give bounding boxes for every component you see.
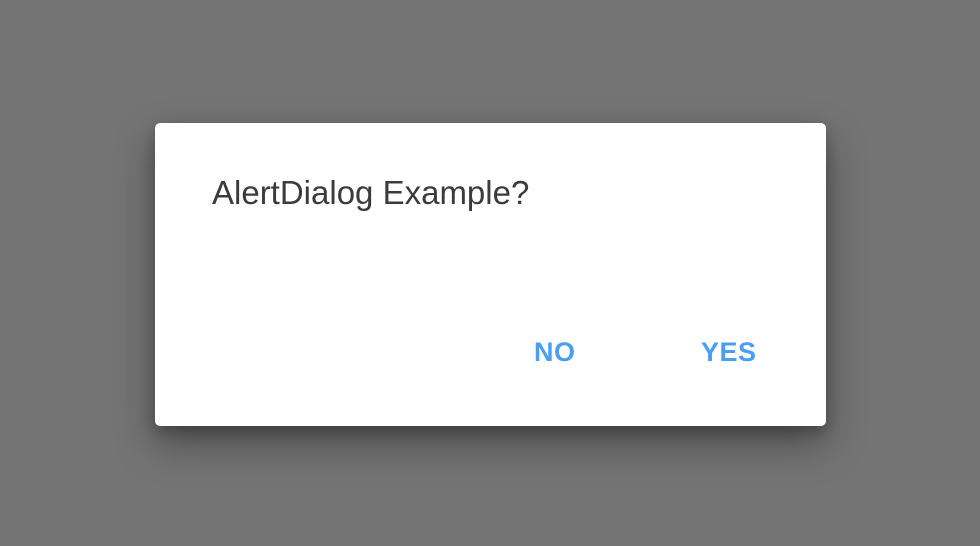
no-button[interactable]: NO (522, 324, 588, 380)
dialog-message: AlertDialog Example? (212, 174, 530, 211)
dialog-actions: NO YES (155, 324, 826, 384)
yes-button[interactable]: YES (689, 324, 769, 380)
alert-dialog: AlertDialog Example? NO YES (155, 123, 826, 426)
